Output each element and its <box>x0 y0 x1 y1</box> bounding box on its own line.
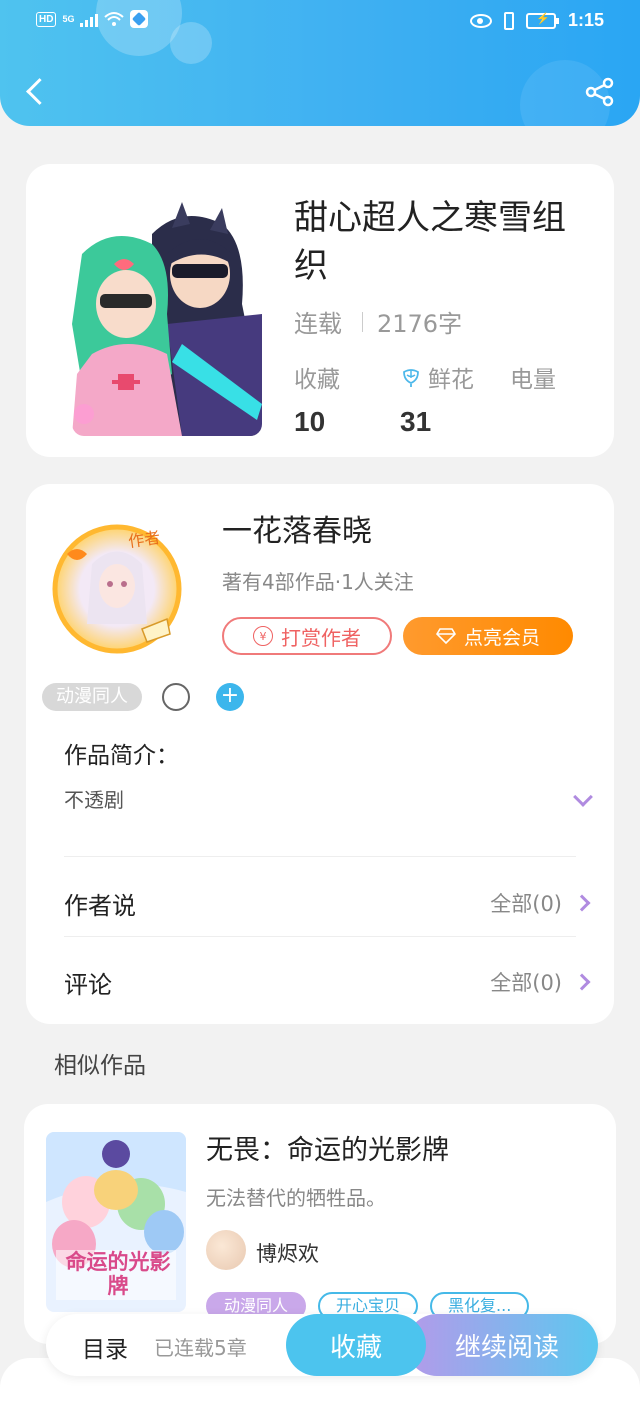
similar-book-cover[interactable]: 命运的光影牌 <box>46 1132 186 1312</box>
stat-flowers[interactable]: 鲜花 31 <box>400 362 474 438</box>
status-bar: HD 5G 1:15 <box>0 0 640 44</box>
similar-section-title: 相似作品 <box>54 1053 146 1079</box>
stat-flowers-label: 鲜花 <box>428 367 474 393</box>
expand-chevron-icon[interactable] <box>573 787 593 807</box>
tag-item[interactable]: 动漫同人 <box>42 683 142 711</box>
author-says-count: 全部(0) <box>490 892 562 916</box>
comments-label: 评论 <box>64 971 112 999</box>
vibrate-icon <box>503 11 514 30</box>
author-summary: 著有4部作品·1人关注 <box>222 570 414 594</box>
vip-button[interactable]: 点亮会员 <box>403 617 573 655</box>
stat-power[interactable]: 电量 <box>510 362 556 406</box>
battery-icon <box>525 12 559 29</box>
add-tag-button[interactable]: + <box>216 683 244 711</box>
stat-collect-label: 收藏 <box>294 367 340 393</box>
similar-cover-title: 命运的光影牌 <box>65 1250 171 1298</box>
stat-flowers-value: 31 <box>400 406 432 437</box>
share-button[interactable] <box>584 76 616 108</box>
stat-collect-value: 10 <box>294 406 326 437</box>
share-icon <box>585 77 614 107</box>
similar-author-avatar <box>206 1230 246 1270</box>
chevron-right-icon <box>573 894 591 912</box>
author-avatar[interactable]: 作者 <box>52 524 182 654</box>
signal-icon <box>80 11 99 27</box>
similar-book-card[interactable]: 命运的光影牌 无畏：命运的光影牌 无法替代的牺牲品。 博烬欢 动漫同人 开心宝贝… <box>24 1104 616 1344</box>
author-says-label: 作者说 <box>64 892 136 920</box>
chevron-right-icon <box>573 973 591 991</box>
back-button[interactable] <box>20 74 50 110</box>
tag-row: 动漫同人 + <box>42 683 244 711</box>
similar-author-name: 博烬欢 <box>256 1242 319 1266</box>
toc-button[interactable]: 目录 <box>82 1330 128 1364</box>
intro-title: 作品简介： <box>64 743 179 769</box>
similar-book-title: 无畏：命运的光影牌 <box>206 1135 449 1166</box>
continue-reading-button[interactable]: 继续阅读 <box>406 1314 598 1376</box>
app-notification-icon <box>130 10 149 28</box>
divider <box>64 936 576 937</box>
book-cover-illustration <box>72 194 262 436</box>
meta-divider <box>362 311 363 332</box>
book-meta: 连载 2176字 <box>294 304 462 339</box>
intro-text: 不透剧 <box>64 788 124 812</box>
author-name[interactable]: 一花落春晓 <box>222 506 372 550</box>
vip-label: 点亮会员 <box>463 626 540 649</box>
yen-icon: ¥ <box>253 626 273 646</box>
divider <box>64 856 576 857</box>
book-word-count: 2176字 <box>377 310 463 338</box>
top-header: HD 5G 1:15 <box>0 0 640 126</box>
clock: 1:15 <box>567 10 604 30</box>
book-info-card: 甜心超人之寒雪组织 连载 2176字 收藏 10 鲜花 31 电量 <box>26 164 614 457</box>
stat-power-label: 电量 <box>510 367 556 393</box>
author-avatar-badge: 作者 <box>127 527 162 552</box>
similar-book-desc: 无法替代的牺牲品。 <box>206 1186 386 1210</box>
stat-collect: 收藏 10 <box>294 362 340 438</box>
chapter-count: 已连载5章 <box>154 1336 247 1360</box>
empty-tag-circle[interactable] <box>162 683 190 711</box>
diamond-icon <box>435 628 456 645</box>
hd-badge: HD <box>36 11 57 27</box>
network-type: 5G <box>62 14 75 24</box>
author-card: 作者 一花落春晓 著有4部作品·1人关注 ¥ 打赏作者 点亮会员 动漫同人 + … <box>26 484 614 1024</box>
wifi-icon <box>104 12 125 26</box>
comments-all-link[interactable]: 全部(0) <box>490 967 591 997</box>
book-title: 甜心超人之寒雪组织 <box>294 198 566 286</box>
book-status: 连载 <box>294 310 342 338</box>
reward-author-button[interactable]: ¥ 打赏作者 <box>222 617 392 655</box>
author-says-all-link[interactable]: 全部(0) <box>490 888 591 918</box>
author-avatar-image <box>52 524 182 654</box>
flower-icon <box>403 369 419 387</box>
comments-count: 全部(0) <box>490 971 562 995</box>
collect-button[interactable]: 收藏 <box>286 1314 426 1376</box>
book-cover[interactable] <box>72 194 262 436</box>
reward-author-label: 打赏作者 <box>281 625 361 650</box>
eye-icon <box>469 13 492 28</box>
bottom-action-bar: 目录 已连载5章 继续阅读 收藏 <box>46 1314 598 1376</box>
